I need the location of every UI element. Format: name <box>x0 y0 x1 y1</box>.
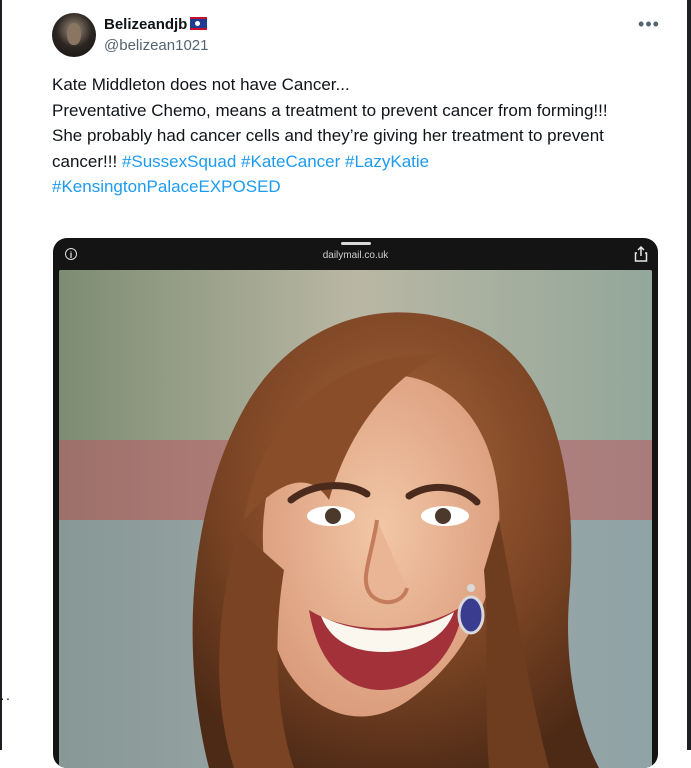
cursor-dots: ·· <box>0 690 12 706</box>
belize-flag-icon <box>190 17 208 30</box>
window-frame-left <box>0 0 2 750</box>
hashtag-link[interactable]: #KensingtonPalaceEXPOSED <box>52 177 281 196</box>
tweet-text: Kate Middleton does not have Cancer... P… <box>52 72 642 200</box>
caricature-illustration <box>59 270 652 768</box>
avatar[interactable] <box>52 13 96 57</box>
hashtag-link[interactable]: #SussexSquad <box>122 152 236 171</box>
share-icon[interactable] <box>634 246 648 262</box>
hashtag-link[interactable]: #LazyKatie <box>345 152 429 171</box>
tweet-line: Preventative Chemo, means a treatment to… <box>52 100 608 120</box>
author-handle[interactable]: @belizean1021 <box>104 37 208 54</box>
media-browser-bar: i dailymail.co.uk <box>53 238 658 270</box>
media-url: dailymail.co.uk <box>322 250 389 261</box>
media-card[interactable]: i dailymail.co.uk <box>53 238 658 768</box>
caricature-image <box>59 270 652 768</box>
tweet-line: She probably had cancer cells and they’r… <box>52 123 642 200</box>
author-name[interactable]: Belizeandjb <box>104 16 208 33</box>
drag-handle <box>341 242 371 245</box>
tweet-line: Kate Middleton does not have Cancer... <box>52 75 350 94</box>
author-name-text[interactable]: Belizeandjb <box>104 16 187 33</box>
more-icon[interactable]: ••• <box>636 14 662 34</box>
hashtag-link[interactable]: #KateCancer <box>241 152 340 171</box>
window-frame-right <box>687 0 691 750</box>
